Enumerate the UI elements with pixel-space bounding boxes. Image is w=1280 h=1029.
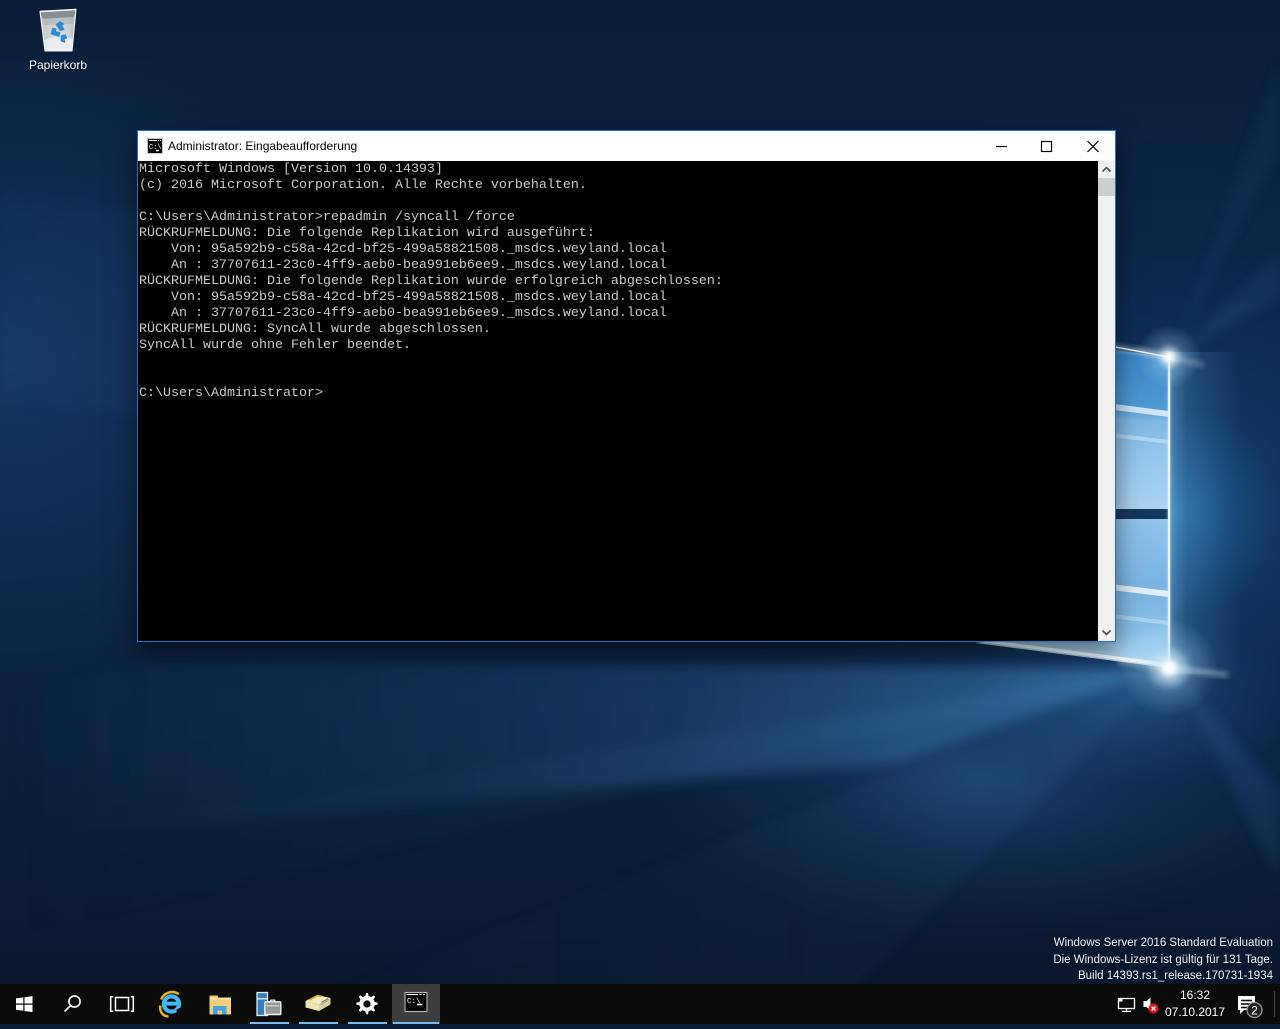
svg-text:C:\: C:\ bbox=[149, 144, 162, 152]
svg-text:2: 2 bbox=[1251, 1004, 1258, 1018]
